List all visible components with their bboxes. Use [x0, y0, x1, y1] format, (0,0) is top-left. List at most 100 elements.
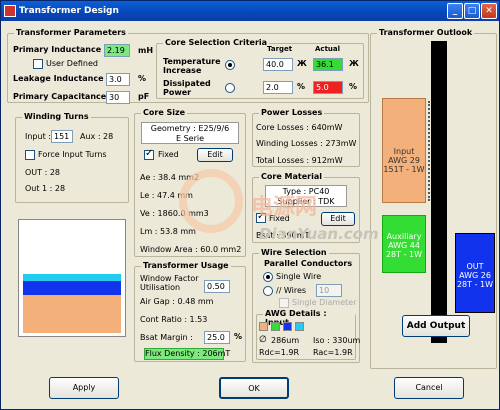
aux-block-turns: 28T - 1W — [385, 250, 423, 259]
dissipated-actual-value: 5.0 — [313, 81, 343, 94]
capacitance-unit: pF — [138, 92, 150, 101]
group-title: Transformer Outlook — [377, 28, 475, 37]
window-factor-field[interactable]: 0.50 — [204, 280, 230, 293]
watermark-logo — [179, 169, 243, 233]
leakage-unit: % — [138, 74, 147, 83]
aux-block-name: Auxiliary — [386, 232, 422, 241]
apply-button[interactable]: Apply — [49, 377, 119, 399]
bsat-margin-label: Bsat Margin : — [140, 333, 193, 342]
awg-rac-value: Rac=1.9R — [313, 348, 353, 357]
group-title: Transformer Parameters — [14, 28, 128, 37]
diameter-icon: ∅ — [259, 335, 267, 345]
close-button[interactable]: ✕ — [481, 3, 497, 19]
geometry-box: Geometry : E25/9/6 E Serie — [141, 122, 239, 144]
awg-swatch-out[interactable] — [283, 322, 292, 331]
group-title: Core Size — [141, 108, 188, 117]
single-wire-label: Single Wire — [276, 272, 322, 281]
add-output-button[interactable]: Add Output — [402, 315, 470, 337]
out-turns-label: OUT : 28 — [25, 168, 60, 177]
input-layer — [23, 295, 121, 333]
force-input-turns-label: Force Input Turns — [38, 150, 107, 159]
group-title: Power Losses — [259, 108, 325, 117]
input-coil-loops — [422, 101, 430, 201]
core-losses-value: Core Losses : 640mW — [256, 123, 343, 132]
actual-header: Actual — [315, 45, 341, 53]
primary-capacitance-label: Primary Capacitance — [13, 92, 107, 101]
primary-inductance-field[interactable]: 2.19 — [104, 44, 130, 57]
aux-block-awg: AWG 44 — [388, 241, 420, 250]
title-bar: Transformer Design _ □ ✕ — [1, 1, 499, 21]
user-defined-checkbox[interactable] — [33, 59, 43, 69]
flux-density-indicator: Flux Density : 206mT — [144, 348, 231, 360]
input-turns-label: Input : — [25, 132, 51, 141]
target-header: Target — [267, 45, 293, 53]
aux-turns-label: Aux : 28 — [80, 132, 114, 141]
core-fixed-label: Fixed — [158, 150, 179, 159]
temperature-radio[interactable] — [225, 60, 235, 70]
material-edit-button[interactable]: Edit — [321, 212, 355, 226]
single-wire-radio[interactable] — [263, 272, 273, 282]
window-factor-label: Window Factor Utilisation — [140, 274, 199, 292]
out-block-awg: AWG 26 — [459, 271, 491, 280]
core-bar — [431, 41, 447, 343]
awg-diameter-value: 286um — [271, 336, 300, 345]
primary-inductance-label: Primary Inductance — [13, 45, 102, 54]
input-winding-block[interactable]: Input AWG 29 151T - 1W — [382, 98, 426, 203]
auxiliary-winding-block[interactable]: Auxiliary AWG 44 28T - 1W — [382, 215, 426, 273]
parallel-wires-radio[interactable] — [263, 286, 273, 296]
maximize-button[interactable]: □ — [464, 3, 480, 19]
temperature-target-field[interactable]: 40.0 — [263, 58, 293, 71]
out-block-name: OUT — [466, 262, 484, 271]
leakage-inductance-label: Leakage Inductance — [13, 74, 104, 83]
primary-capacitance-field[interactable]: 30 — [106, 91, 130, 104]
group-title: Wire Selection — [259, 248, 329, 257]
force-input-turns-checkbox[interactable] — [25, 150, 35, 160]
input-turns-field[interactable]: 151 — [51, 130, 73, 143]
winding-cross-section — [18, 219, 126, 337]
watermark-brand-url: DianYuan.com — [259, 225, 379, 243]
core-size-edit-button[interactable]: Edit — [197, 148, 233, 162]
awg-swatch-aux[interactable] — [271, 322, 280, 331]
group-title: Winding Turns — [22, 112, 91, 121]
cancel-button[interactable]: Cancel — [394, 377, 464, 399]
bsat-margin-unit: % — [234, 332, 243, 341]
window-title: Transformer Design — [19, 6, 119, 16]
parallel-conductors-label: Parallel Conductors — [264, 259, 353, 268]
dissipated-target-field[interactable]: 2.0 — [263, 81, 293, 94]
aux-layer — [23, 281, 121, 295]
group-title: Transformer Usage — [141, 261, 231, 270]
awg-swatch-input[interactable] — [259, 322, 268, 331]
temperature-unit: Ж — [297, 59, 307, 68]
bsat-margin-field[interactable]: 25.0 — [204, 331, 230, 344]
group-title: Core Selection Criteria — [163, 38, 270, 47]
awg-swatch-out1[interactable] — [295, 322, 304, 331]
leakage-inductance-field[interactable]: 3.0 — [106, 73, 130, 86]
input-block-turns: 151T - 1W — [383, 165, 425, 174]
minimize-button[interactable]: _ — [447, 3, 463, 19]
out-block-turns: 28T - 1W — [456, 280, 494, 289]
parallel-wires-field[interactable]: 10 — [316, 284, 342, 297]
out-winding-block[interactable]: OUT AWG 26 28T - 1W — [455, 233, 495, 313]
dissipated-power-radio[interactable] — [225, 83, 235, 93]
watermark-brand-cn: 电源网 — [251, 195, 318, 220]
dissipated-unit: % — [297, 82, 306, 91]
group-title: Core Material — [259, 172, 324, 181]
temperature-increase-label: Temperature Increase — [163, 57, 221, 75]
ok-button[interactable]: OK — [219, 377, 289, 399]
input-block-name: Input — [393, 147, 415, 156]
transformer-design-window: Transformer Design _ □ ✕ Transformer Par… — [0, 0, 500, 410]
air-gap-value: Air Gap : 0.48 mm — [140, 297, 214, 306]
single-diameter-checkbox[interactable] — [279, 298, 289, 308]
geometry-label: Geometry : E25/9/6 — [150, 124, 230, 133]
user-defined-label: User Defined — [46, 59, 98, 68]
dissipated-actual-unit: % — [349, 82, 358, 91]
core-fixed-checkbox[interactable] — [144, 148, 154, 160]
window-area-value: Window Area : 60.0 mm2 — [140, 245, 242, 254]
cont-ratio-value: Cont Ratio : 1.53 — [140, 315, 208, 324]
input-block-awg: AWG 29 — [388, 156, 420, 165]
temperature-actual-unit: Ж — [349, 59, 359, 68]
parallel-wires-label: // Wires — [276, 286, 307, 295]
total-losses-value: Total Losses : 912mW — [256, 156, 343, 165]
series-label: E Serie — [175, 134, 205, 143]
lm-value: Lm : 53.8 mm — [140, 227, 196, 236]
